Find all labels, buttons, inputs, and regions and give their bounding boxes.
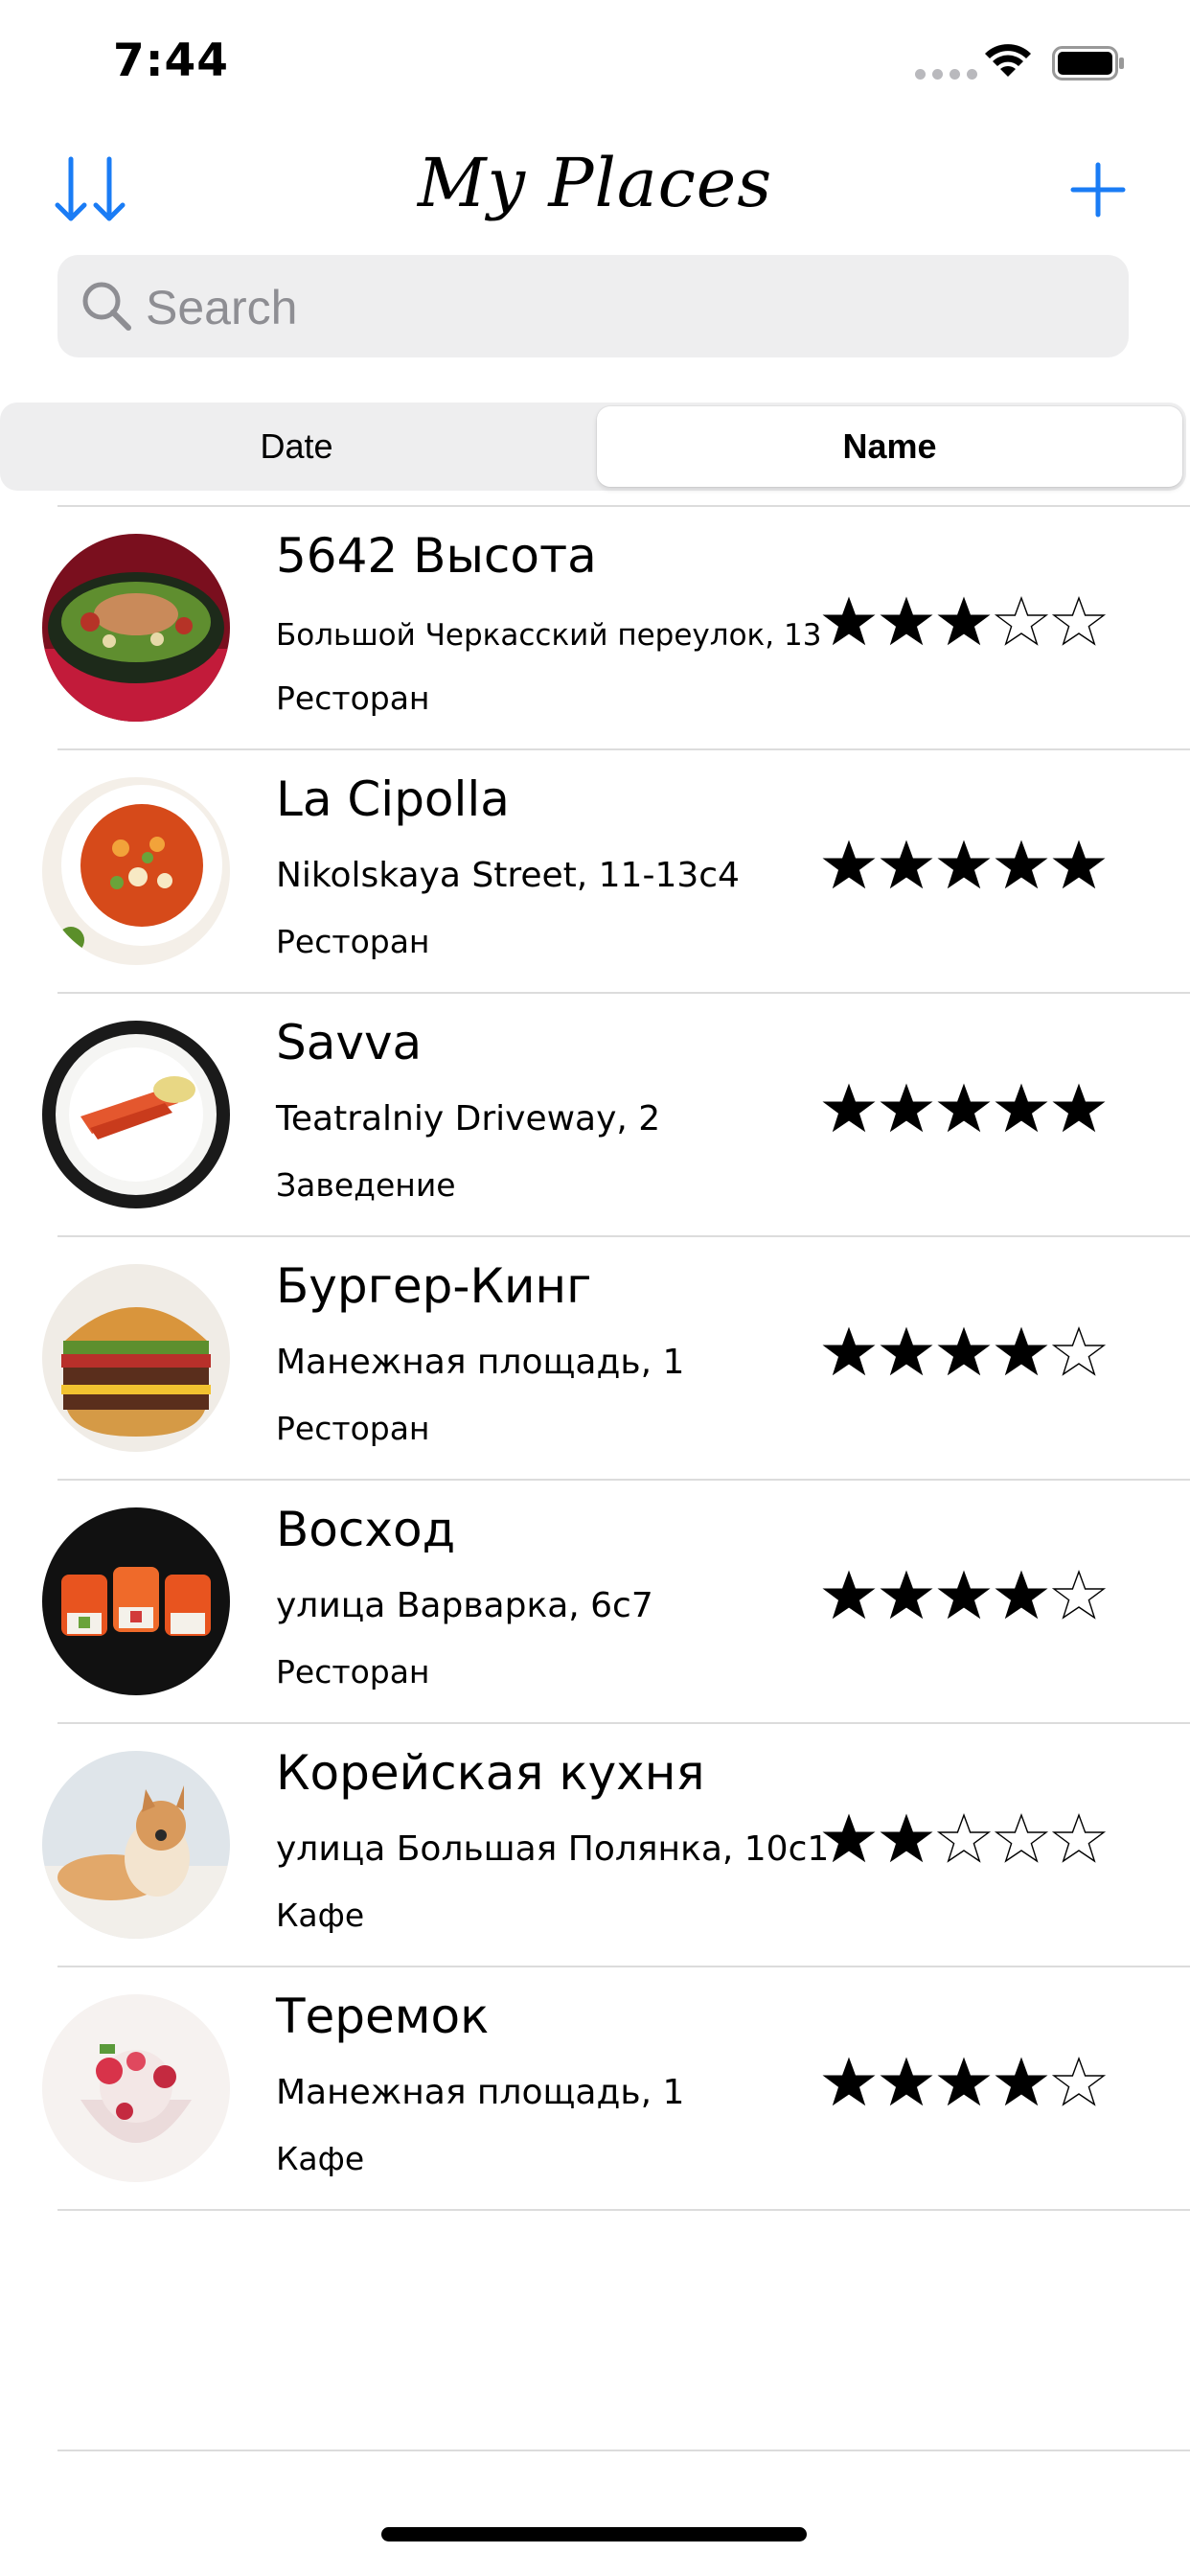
filled-star-icon xyxy=(1052,1083,1106,1133)
place-name: La Cipolla xyxy=(276,771,510,827)
rating-stars xyxy=(820,595,1108,653)
rating-stars xyxy=(820,839,1108,896)
filled-star-icon xyxy=(937,1570,991,1620)
place-address: Манежная площадь, 1 xyxy=(276,2073,685,2112)
rating-stars xyxy=(820,1325,1108,1383)
battery-icon xyxy=(1052,46,1124,80)
filled-star-icon xyxy=(822,596,876,646)
place-type: Кафе xyxy=(276,1897,365,1934)
place-type: Ресторан xyxy=(276,923,430,960)
place-image xyxy=(42,534,230,722)
place-image xyxy=(42,1264,230,1452)
divider xyxy=(57,2450,1190,2451)
place-name: Теремок xyxy=(276,1989,490,2044)
rating-stars xyxy=(820,1569,1108,1626)
place-name: Savva xyxy=(276,1015,423,1070)
filled-star-icon xyxy=(822,1570,876,1620)
plus-icon[interactable] xyxy=(1069,161,1127,218)
place-name: 5642 Высота xyxy=(276,528,597,584)
filled-star-icon xyxy=(937,596,991,646)
filled-star-icon xyxy=(937,1326,991,1376)
search-bar[interactable] xyxy=(57,255,1129,359)
list-item[interactable]: 5642 Высота Большой Черкасский переулок,… xyxy=(0,507,1190,748)
empty-star-icon xyxy=(1051,595,1107,646)
filled-star-icon xyxy=(880,1813,933,1863)
filled-star-icon xyxy=(995,1083,1048,1133)
place-type: Ресторан xyxy=(276,1410,430,1447)
filled-star-icon xyxy=(995,840,1048,889)
empty-star-icon xyxy=(936,1812,992,1863)
place-address: Большой Черкасский переулок, 13 xyxy=(276,618,822,653)
filled-star-icon xyxy=(937,840,991,889)
list-item[interactable]: Savva Teatralniy Driveway, 2 Заведение xyxy=(0,994,1190,1235)
empty-star-icon xyxy=(1051,1812,1107,1863)
sort-segmented-control: Date Name xyxy=(0,402,1186,491)
filled-star-icon xyxy=(822,1083,876,1133)
navigation-bar: My Places xyxy=(0,125,1190,249)
place-address: Манежная площадь, 1 xyxy=(276,1343,685,1382)
list-item[interactable]: Корейская кухня улица Большая Полянка, 1… xyxy=(0,1724,1190,1966)
empty-star-icon xyxy=(994,1812,1049,1863)
rating-stars xyxy=(820,1812,1108,1870)
place-image xyxy=(42,1507,230,1695)
filled-star-icon xyxy=(995,2057,1048,2106)
search-input[interactable] xyxy=(144,255,1106,359)
place-name: Корейская кухня xyxy=(276,1745,705,1801)
search-icon xyxy=(82,282,131,331)
place-type: Заведение xyxy=(276,1166,456,1204)
home-indicator[interactable] xyxy=(381,2527,807,2542)
place-name: Восход xyxy=(276,1502,456,1557)
filled-star-icon xyxy=(880,1326,933,1376)
list-item[interactable]: Восход улица Варварка, 6с7 Ресторан xyxy=(0,1481,1190,1722)
filled-star-icon xyxy=(995,1570,1048,1620)
place-image xyxy=(42,1994,230,2182)
filled-star-icon xyxy=(880,2057,933,2106)
segment-name[interactable]: Name xyxy=(597,406,1182,487)
place-address: улица Большая Полянка, 10с1 xyxy=(276,1829,830,1869)
place-type: Ресторан xyxy=(276,1653,430,1690)
rating-stars xyxy=(820,2056,1108,2113)
wifi-icon xyxy=(985,44,1031,77)
cellular-signal-icon xyxy=(915,69,977,80)
rating-stars xyxy=(820,1082,1108,1139)
status-time: 7:44 xyxy=(113,34,229,87)
place-name: Бургер-Кинг xyxy=(276,1258,592,1314)
filled-star-icon xyxy=(937,2057,991,2106)
filled-star-icon xyxy=(822,1326,876,1376)
place-image xyxy=(42,1021,230,1208)
place-type: Ресторан xyxy=(276,679,430,717)
place-image xyxy=(42,1751,230,1939)
filled-star-icon xyxy=(995,1326,1048,1376)
place-address: Teatralniy Driveway, 2 xyxy=(276,1099,661,1138)
filled-star-icon xyxy=(822,840,876,889)
filled-star-icon xyxy=(880,1083,933,1133)
place-image xyxy=(42,777,230,965)
filled-star-icon xyxy=(822,1813,876,1863)
places-list: 5642 Высота Большой Черкасский переулок,… xyxy=(0,505,1190,2211)
place-address: улица Варварка, 6с7 xyxy=(276,1586,653,1625)
filled-star-icon xyxy=(937,1083,991,1133)
filled-star-icon xyxy=(880,840,933,889)
empty-star-icon xyxy=(1051,1325,1107,1376)
filled-star-icon xyxy=(1052,840,1106,889)
place-type: Кафе xyxy=(276,2140,365,2177)
divider xyxy=(57,2209,1190,2211)
empty-star-icon xyxy=(1051,2056,1107,2106)
filled-star-icon xyxy=(822,2057,876,2106)
filled-star-icon xyxy=(880,596,933,646)
status-bar: 7:44 xyxy=(0,0,1190,125)
empty-star-icon xyxy=(994,595,1049,646)
list-item[interactable]: La Cipolla Nikolskaya Street, 11-13c4 Ре… xyxy=(0,750,1190,992)
segment-date[interactable]: Date xyxy=(4,406,589,487)
filled-star-icon xyxy=(880,1570,933,1620)
page-title: My Places xyxy=(417,144,773,222)
list-item[interactable]: Теремок Манежная площадь, 1 Кафе xyxy=(0,1967,1190,2209)
list-item[interactable]: Бургер-Кинг Манежная площадь, 1 Ресторан xyxy=(0,1237,1190,1479)
place-address: Nikolskaya Street, 11-13c4 xyxy=(276,856,740,895)
empty-star-icon xyxy=(1051,1569,1107,1620)
